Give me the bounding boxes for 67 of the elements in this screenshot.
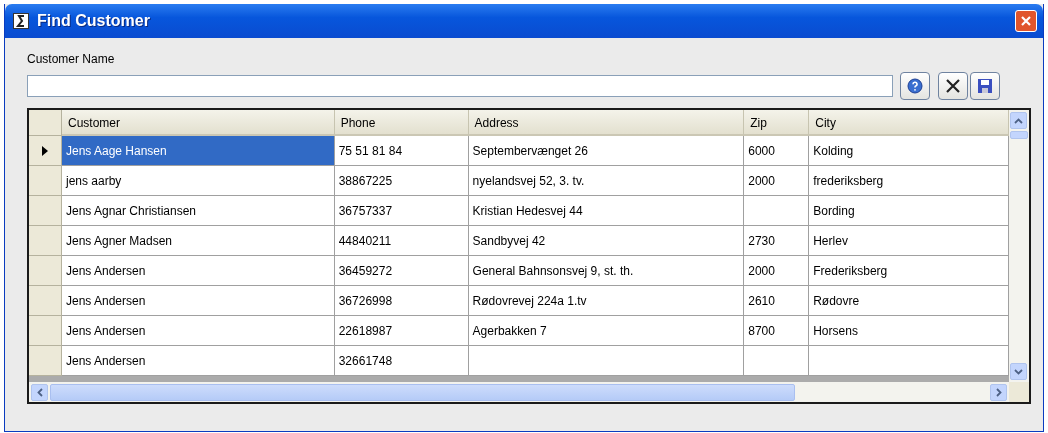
table-cell: 36459272 <box>334 256 469 286</box>
help-icon <box>907 78 923 94</box>
current-row-icon <box>42 145 48 156</box>
chevron-up-icon <box>1014 117 1023 124</box>
table-cell: Bording <box>809 196 1009 226</box>
scroll-up-button[interactable] <box>1010 112 1027 129</box>
table-cell: Jens Aage Hansen <box>61 136 335 166</box>
table-cell: 2000 <box>744 256 810 286</box>
scroll-right-button[interactable] <box>990 383 1007 401</box>
table-cell: Herlev <box>809 226 1009 256</box>
table-cell: 44840211 <box>334 226 469 256</box>
vertical-scroll-thumb[interactable] <box>1010 131 1028 139</box>
table-cell: Septembervænget 26 <box>468 136 745 166</box>
column-header[interactable]: Customer <box>61 110 335 136</box>
table-cell: Sandbyvej 42 <box>468 226 745 256</box>
table-cell: Kristian Hedesvej 44 <box>468 196 745 226</box>
table-cell: jens aarby <box>61 166 335 196</box>
chevron-left-icon <box>36 387 43 397</box>
scroll-down-button[interactable] <box>1010 363 1027 380</box>
column-header[interactable]: Zip <box>744 110 810 136</box>
window-title: Find Customer <box>37 12 151 30</box>
table-cell <box>744 196 810 226</box>
help-button[interactable] <box>900 72 930 100</box>
table-cell: Jens Andersen <box>61 316 335 346</box>
table-cell: 36726998 <box>334 286 469 316</box>
table-cell: frederiksberg <box>809 166 1009 196</box>
table-cell: 8700 <box>744 316 810 346</box>
table-cell: 2000 <box>744 166 810 196</box>
scroll-left-button[interactable] <box>31 383 48 401</box>
table-cell: 75 51 81 84 <box>334 136 469 166</box>
table-cell: 36757337 <box>334 196 469 226</box>
close-button[interactable] <box>938 72 968 100</box>
chevron-right-icon <box>995 387 1002 397</box>
header-corner <box>29 110 62 136</box>
table-cell: 2610 <box>744 286 810 316</box>
table-cell: nyelandsvej 52, 3. tv. <box>468 166 745 196</box>
table-cell: 38867225 <box>334 166 469 196</box>
close-icon <box>945 78 961 94</box>
table-cell: Rødovre <box>809 286 1009 316</box>
table-cell: Jens Andersen <box>61 286 335 316</box>
table-cell: Frederiksberg <box>809 256 1009 286</box>
column-header[interactable]: Phone <box>334 110 469 136</box>
row-header[interactable] <box>29 136 62 166</box>
field-label: Customer Name <box>27 52 116 66</box>
table-cell: 22618987 <box>334 316 469 346</box>
table-cell <box>744 346 810 376</box>
table-cell: Agerbakken 7 <box>468 316 745 346</box>
table-cell: Jens Andersen <box>61 256 335 286</box>
table-cell: 32661748 <box>334 346 469 376</box>
table-cell: Rødovrevej 224a 1.tv <box>468 286 745 316</box>
horizontal-scroll-thumb[interactable] <box>50 383 795 401</box>
table-cell: Horsens <box>809 316 1009 346</box>
customer-name-field[interactable] <box>27 75 893 97</box>
table-cell: General Bahnsonsvej 9, st. th. <box>468 256 745 286</box>
save-button[interactable] <box>970 72 1000 100</box>
table-cell: 6000 <box>744 136 810 166</box>
column-header[interactable]: City <box>809 110 1009 136</box>
column-header[interactable]: Address <box>468 110 745 136</box>
chevron-down-icon <box>1014 368 1023 375</box>
app-icon <box>13 13 29 29</box>
table-cell: Jens Agner Madsen <box>61 226 335 256</box>
scrollbar-corner <box>1009 382 1029 402</box>
table-cell: Kolding <box>809 136 1009 166</box>
close-icon <box>1020 15 1032 27</box>
table-cell: 2730 <box>744 226 810 256</box>
table-cell: Jens Agnar Christiansen <box>61 196 335 226</box>
table-cell: Jens Andersen <box>61 346 335 376</box>
